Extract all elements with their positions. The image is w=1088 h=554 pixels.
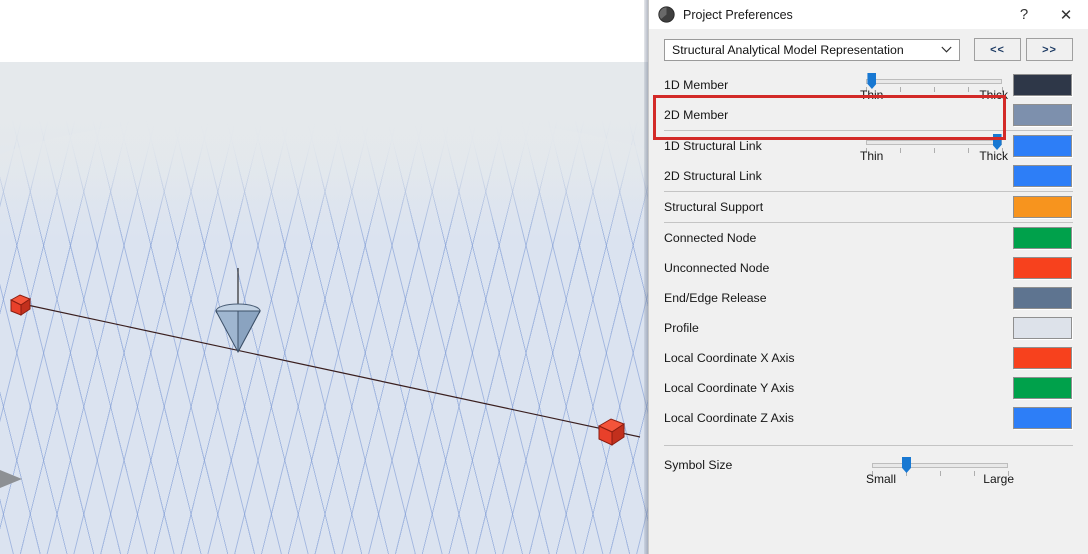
color-swatch-cell[interactable] [1013,347,1072,369]
color-swatch-cell[interactable] [1013,257,1072,279]
dialog-titlebar: Project Preferences ? ✕ [649,0,1088,29]
help-button[interactable]: ? [1004,0,1044,29]
preference-row-label: Unconnected Node [664,261,770,275]
color-swatch[interactable] [1013,287,1072,309]
slider-track[interactable] [866,140,1002,145]
preference-row-label: 1D Member [664,78,729,92]
color-swatch-cell[interactable] [1013,165,1072,187]
thickness-slider[interactable]: Thin Thick [860,70,1008,102]
structural-node-right[interactable] [596,416,628,448]
preference-row: 1D Structural Link Thin Thick [649,131,1088,163]
color-swatch[interactable] [1013,347,1072,369]
preference-row-label: End/Edge Release [664,291,767,305]
color-swatch[interactable] [1013,196,1072,218]
preference-row: Profile [649,313,1088,343]
slider-end-labels: Small Large [866,472,1014,486]
color-swatch-cell[interactable] [1013,196,1072,218]
color-swatch[interactable] [1013,377,1072,399]
preference-row: Structural Support [649,192,1088,222]
symbol-size-row: Symbol Size Small Large [649,446,1088,490]
preferences-row-list: 1D Member Thin Thick 2D Member 1D Structural… [649,70,1088,490]
chevron-down-icon [941,46,952,53]
viewport-top-band [0,0,648,62]
color-swatch-cell[interactable] [1013,377,1072,399]
symbol-size-label: Symbol Size [664,458,733,472]
color-swatch-cell[interactable] [1013,407,1072,429]
dialog-title: Project Preferences [683,7,793,22]
preference-row-label: Profile [664,321,699,335]
preference-row-label: 1D Structural Link [664,139,762,153]
3d-model-viewport[interactable] [0,0,648,554]
archicad-sphere-icon [658,6,675,23]
color-swatch-cell[interactable] [1013,104,1072,126]
color-swatch[interactable] [1013,104,1072,126]
project-preferences-dialog: Project Preferences ? ✕ Structural Analy… [648,0,1088,554]
slider-max-label: Large [983,472,1014,486]
slider-min-label: Small [866,472,897,486]
symbol-size-slider[interactable]: Small Large [866,454,1014,486]
color-swatch[interactable] [1013,257,1072,279]
preference-row: 1D Member Thin Thick [649,70,1088,102]
preference-row-label: Local Coordinate X Axis [664,351,795,365]
preference-row: Local Coordinate X Axis [649,343,1088,373]
color-swatch-cell[interactable] [1013,74,1072,96]
preference-row-label: 2D Member [664,108,729,122]
color-swatch[interactable] [1013,407,1072,429]
preset-dropdown[interactable]: Structural Analytical Model Representati… [664,38,960,61]
slider-track[interactable] [872,463,1008,468]
preference-row-label: Connected Node [664,231,757,245]
color-swatch[interactable] [1013,135,1072,157]
color-swatch[interactable] [1013,317,1072,339]
color-swatch-cell[interactable] [1013,135,1072,157]
color-swatch[interactable] [1013,74,1072,96]
preference-row: 2D Structural Link [649,161,1088,191]
structural-node-left[interactable] [8,292,34,318]
next-preset-button[interactable]: >> [1026,38,1073,61]
preference-row: Connected Node [649,223,1088,253]
preference-row-label: 2D Structural Link [664,169,762,183]
preference-row: End/Edge Release [649,283,1088,313]
dialog-toolbar: Structural Analytical Model Representati… [649,29,1088,70]
cone-cursor [215,268,261,354]
preference-row: 2D Member [649,100,1088,130]
color-swatch-cell[interactable] [1013,287,1072,309]
slider-track[interactable] [866,79,1002,84]
color-swatch[interactable] [1013,227,1072,249]
color-swatch-cell[interactable] [1013,227,1072,249]
preference-row-label: Structural Support [664,200,764,214]
preference-row: Unconnected Node [649,253,1088,283]
application-window: Project Preferences ? ✕ Structural Analy… [0,0,1088,554]
color-swatch-cell[interactable] [1013,317,1072,339]
viewport-corner-arrow-icon [0,470,22,488]
color-swatch[interactable] [1013,165,1072,187]
preference-row: Local Coordinate Z Axis [649,403,1088,433]
preference-row: Local Coordinate Y Axis [649,373,1088,403]
previous-preset-button[interactable]: << [974,38,1021,61]
thickness-slider[interactable]: Thin Thick [860,131,1008,163]
preference-row-label: Local Coordinate Y Axis [664,381,795,395]
close-button[interactable]: ✕ [1044,0,1088,29]
preference-row-label: Local Coordinate Z Axis [664,411,794,425]
preset-dropdown-value: Structural Analytical Model Representati… [672,42,904,57]
